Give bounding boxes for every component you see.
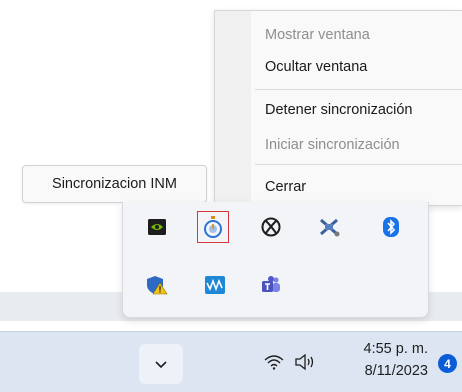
security-warning-icon[interactable] xyxy=(145,273,169,297)
menu-item-iniciar-sincronizacion[interactable]: Iniciar sincronización xyxy=(265,136,400,154)
tray-tooltip: Sincronizacion INM xyxy=(22,165,207,203)
stopwatch-sync-icon[interactable] xyxy=(197,211,229,243)
menu-separator xyxy=(255,164,462,165)
teams-icon[interactable] xyxy=(259,273,283,297)
bluetooth-icon[interactable] xyxy=(379,215,403,239)
menu-item-mostrar-ventana[interactable]: Mostrar ventana xyxy=(265,26,370,44)
taskbar: 4:55 p. m. 8/11/2023 4 xyxy=(0,331,462,392)
nvidia-icon[interactable] xyxy=(145,215,169,239)
tooltip-text: Sincronizacion INM xyxy=(52,176,177,192)
waves-icon[interactable] xyxy=(203,273,227,297)
notification-badge[interactable]: 4 xyxy=(438,354,457,373)
clock-time: 4:55 p. m. xyxy=(363,341,428,357)
menu-separator xyxy=(255,89,462,90)
chevron-down-icon xyxy=(154,360,168,369)
context-menu: Mostrar ventana Ocultar ventana Detener … xyxy=(214,10,462,206)
tool-icon[interactable] xyxy=(317,215,341,239)
show-hidden-icons-button[interactable] xyxy=(139,344,183,384)
wifi-icon[interactable] xyxy=(262,351,286,373)
clock-date: 8/11/2023 xyxy=(364,363,428,379)
menu-item-cerrar[interactable]: Cerrar xyxy=(265,178,306,196)
volume-icon[interactable] xyxy=(292,351,318,373)
menu-item-detener-sincronizacion[interactable]: Detener sincronización xyxy=(265,101,413,119)
xbox-icon[interactable] xyxy=(259,215,283,239)
menu-item-ocultar-ventana[interactable]: Ocultar ventana xyxy=(265,58,367,76)
tray-overflow-flyout xyxy=(122,202,429,318)
menu-gutter xyxy=(215,11,251,205)
clock[interactable]: 4:55 p. m. 8/11/2023 xyxy=(338,338,428,382)
